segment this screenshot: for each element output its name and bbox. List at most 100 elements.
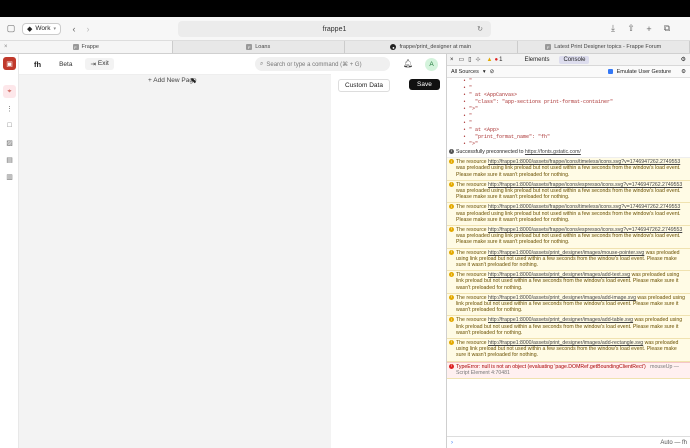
warning-icon: ▲ xyxy=(486,56,493,63)
emulate-checkbox[interactable] xyxy=(607,69,613,74)
message-link[interactable]: http://frappe1:8000/assets/print_designe… xyxy=(488,250,644,256)
share-icon[interactable]: ⇧ xyxy=(624,22,638,36)
add-text-tool-icon[interactable]: ⋮ xyxy=(3,102,16,115)
workspace-icon: ◆ xyxy=(27,25,33,33)
message-text: was preloaded using link preload but not… xyxy=(456,210,681,223)
message-text: Successfully preconnected to xyxy=(456,149,525,155)
sidebar-toggle-icon[interactable]: ▢ xyxy=(4,22,18,36)
warning-badge-icon: ! xyxy=(449,158,454,165)
warning-message: ! The resource http://frappe1:8000/assets… xyxy=(447,203,690,227)
warning-message: ! The resource http://frappe1:8000/assets… xyxy=(447,226,690,249)
inspect-icon[interactable]: ⊹ xyxy=(476,56,481,63)
code-lines: • " • " • " at <AppCanvas> • "class": "app-… xyxy=(447,78,690,148)
console-log[interactable]: • " • " • " at <AppCanvas> • "class": "app-… xyxy=(447,78,690,436)
settings-icon[interactable]: ⚙ xyxy=(681,69,686,75)
message-prefix: The resource xyxy=(456,294,489,301)
message-link[interactable]: http://frappe1:8000/assets/print_designe… xyxy=(488,295,636,301)
tab-bar: × F Frappe F Loans ● frappe/print_design… xyxy=(0,41,690,54)
warning-message: ! The resource http://frappe1:8000/assets… xyxy=(447,180,690,204)
add-table-tool-icon[interactable]: ▤ xyxy=(3,153,16,166)
message-prefix: The resource xyxy=(456,159,489,166)
warning-badge-icon: ! xyxy=(449,339,454,346)
code-line: • ">" xyxy=(463,141,479,147)
layout-icon[interactable]: ▯ xyxy=(468,56,471,63)
tab-github[interactable]: ● frappe/print_designer at main xyxy=(345,41,518,53)
save-button[interactable]: Save xyxy=(409,79,440,90)
warning-message: ! The resource http://frappe1:8000/assets… xyxy=(447,293,690,317)
message-link[interactable]: http://frappe1:8000/assets/print_designe… xyxy=(488,340,643,346)
warning-badge-icon: ! xyxy=(449,226,454,233)
warning-message: ! The resource http://frappe1:8000/assets… xyxy=(447,316,690,340)
address-bar[interactable]: frappe1 ↻ xyxy=(178,21,491,37)
search-input[interactable]: ⌕ Search or type a command (⌘ + G) xyxy=(255,57,390,71)
message-prefix: The resource xyxy=(456,204,489,211)
message-link[interactable]: http://frappe1:8000/assets/frappe/icons/… xyxy=(488,159,680,165)
clear-console-icon[interactable]: ⊘ xyxy=(490,69,495,75)
message-text: was preloaded using link preload but not… xyxy=(456,188,681,201)
message-prefix: The resource xyxy=(456,249,489,256)
forward-icon[interactable]: › xyxy=(81,22,95,36)
error-icon: ● xyxy=(494,56,499,63)
reload-icon[interactable]: ↻ xyxy=(477,25,483,33)
message-link[interactable]: http://frappe1:8000/assets/frappe/icons/… xyxy=(488,204,680,210)
tab-overview-icon[interactable]: ⧉ xyxy=(660,22,674,36)
new-tab-icon[interactable]: + xyxy=(642,22,656,36)
code-line: • "print_format_name": "fh" xyxy=(463,134,551,140)
source-filter[interactable]: All Sources xyxy=(451,69,479,75)
chevron-down-icon: ▾ xyxy=(53,25,56,32)
message-prefix: The resource xyxy=(456,317,489,324)
error-badge-icon: ! xyxy=(449,363,454,369)
tab-forum[interactable]: F Latest Print Designer topics - Frappe … xyxy=(518,41,690,53)
code-line: • " xyxy=(463,85,473,91)
warning-badge-icon: ! xyxy=(449,294,454,300)
exit-icon: ⇥ xyxy=(90,61,96,68)
more-icon[interactable]: ⚙ xyxy=(681,56,686,63)
prompt-icon: › xyxy=(451,439,453,446)
console-filter-bar: All Sources ▾ ⊘ Emulate User Gesture ⚙ xyxy=(447,66,690,78)
context-selector[interactable]: Auto — fh xyxy=(660,440,687,446)
warning-message: ! The resource http://frappe1:8000/assets… xyxy=(447,339,690,362)
tab-frappe[interactable]: × F Frappe xyxy=(0,41,173,53)
barcode-tool-icon[interactable]: ▥ xyxy=(3,170,16,183)
message-link[interactable]: https://fonts.gstatic.com/ xyxy=(525,149,581,155)
message-list: i Successfully preconnected to https://fo… xyxy=(447,148,690,362)
code-line: • " at <App> xyxy=(463,127,500,133)
tab-loans[interactable]: F Loans xyxy=(173,41,345,53)
message-link[interactable]: http://frappe1:8000/assets/frappe/icons/… xyxy=(488,227,682,233)
warning-badge-icon: ! xyxy=(449,203,454,210)
message-prefix: The resource xyxy=(456,227,489,234)
github-favicon-icon: ● xyxy=(390,44,397,50)
add-image-tool-icon[interactable]: ▨ xyxy=(3,136,16,149)
message-prefix: The resource xyxy=(456,272,489,279)
system-top-bar xyxy=(0,0,690,17)
tab-console[interactable]: Console xyxy=(559,55,590,64)
app-logo[interactable]: ▣ xyxy=(3,57,16,70)
tab-label: Latest Print Designer topics - Frappe Fo… xyxy=(554,44,662,50)
add-rectangle-tool-icon[interactable]: □ xyxy=(3,119,16,132)
workspace-selector[interactable]: ◆ Work ▾ xyxy=(22,22,61,35)
code-line: • "class": "app-sections print-format-co… xyxy=(463,99,614,105)
notifications-icon[interactable]: 🔔︎ xyxy=(403,59,413,68)
message-link[interactable]: http://frappe1:8000/assets/frappe/icons/… xyxy=(488,182,682,188)
console-input[interactable]: › Auto — fh xyxy=(447,436,690,448)
info-message: i Successfully preconnected to https://fo… xyxy=(447,148,690,159)
tool-sidebar: ▣ ⌖ ⋮ □ ▨ ▤ ▥ xyxy=(0,54,19,448)
exit-button[interactable]: ⇥ Exit xyxy=(85,58,114,70)
mouse-pointer-tool-icon[interactable]: ⌖ xyxy=(3,85,16,98)
message-link[interactable]: http://frappe1:8000/assets/print_designe… xyxy=(488,317,633,323)
properties-panel: Custom Data Save xyxy=(331,74,446,448)
close-icon[interactable]: × xyxy=(4,44,8,50)
download-icon[interactable]: ⤓ xyxy=(606,22,620,36)
back-icon[interactable]: ‹ xyxy=(67,22,81,36)
avatar[interactable]: A xyxy=(425,58,438,71)
code-line: • ">" xyxy=(463,106,479,112)
warning-badge-icon: ! xyxy=(449,181,454,187)
tab-elements[interactable]: Elements xyxy=(520,56,553,64)
warning-message: ! The resource http://frappe1:8000/assets… xyxy=(447,271,690,294)
close-icon[interactable]: × xyxy=(450,57,454,63)
message-link[interactable]: http://frappe1:8000/assets/print_designe… xyxy=(488,272,630,278)
custom-data-button[interactable]: Custom Data xyxy=(338,79,390,92)
code-line: • " xyxy=(463,120,473,126)
dock-icon[interactable]: ▭ xyxy=(459,56,465,63)
message-prefix: The resource xyxy=(456,340,489,347)
